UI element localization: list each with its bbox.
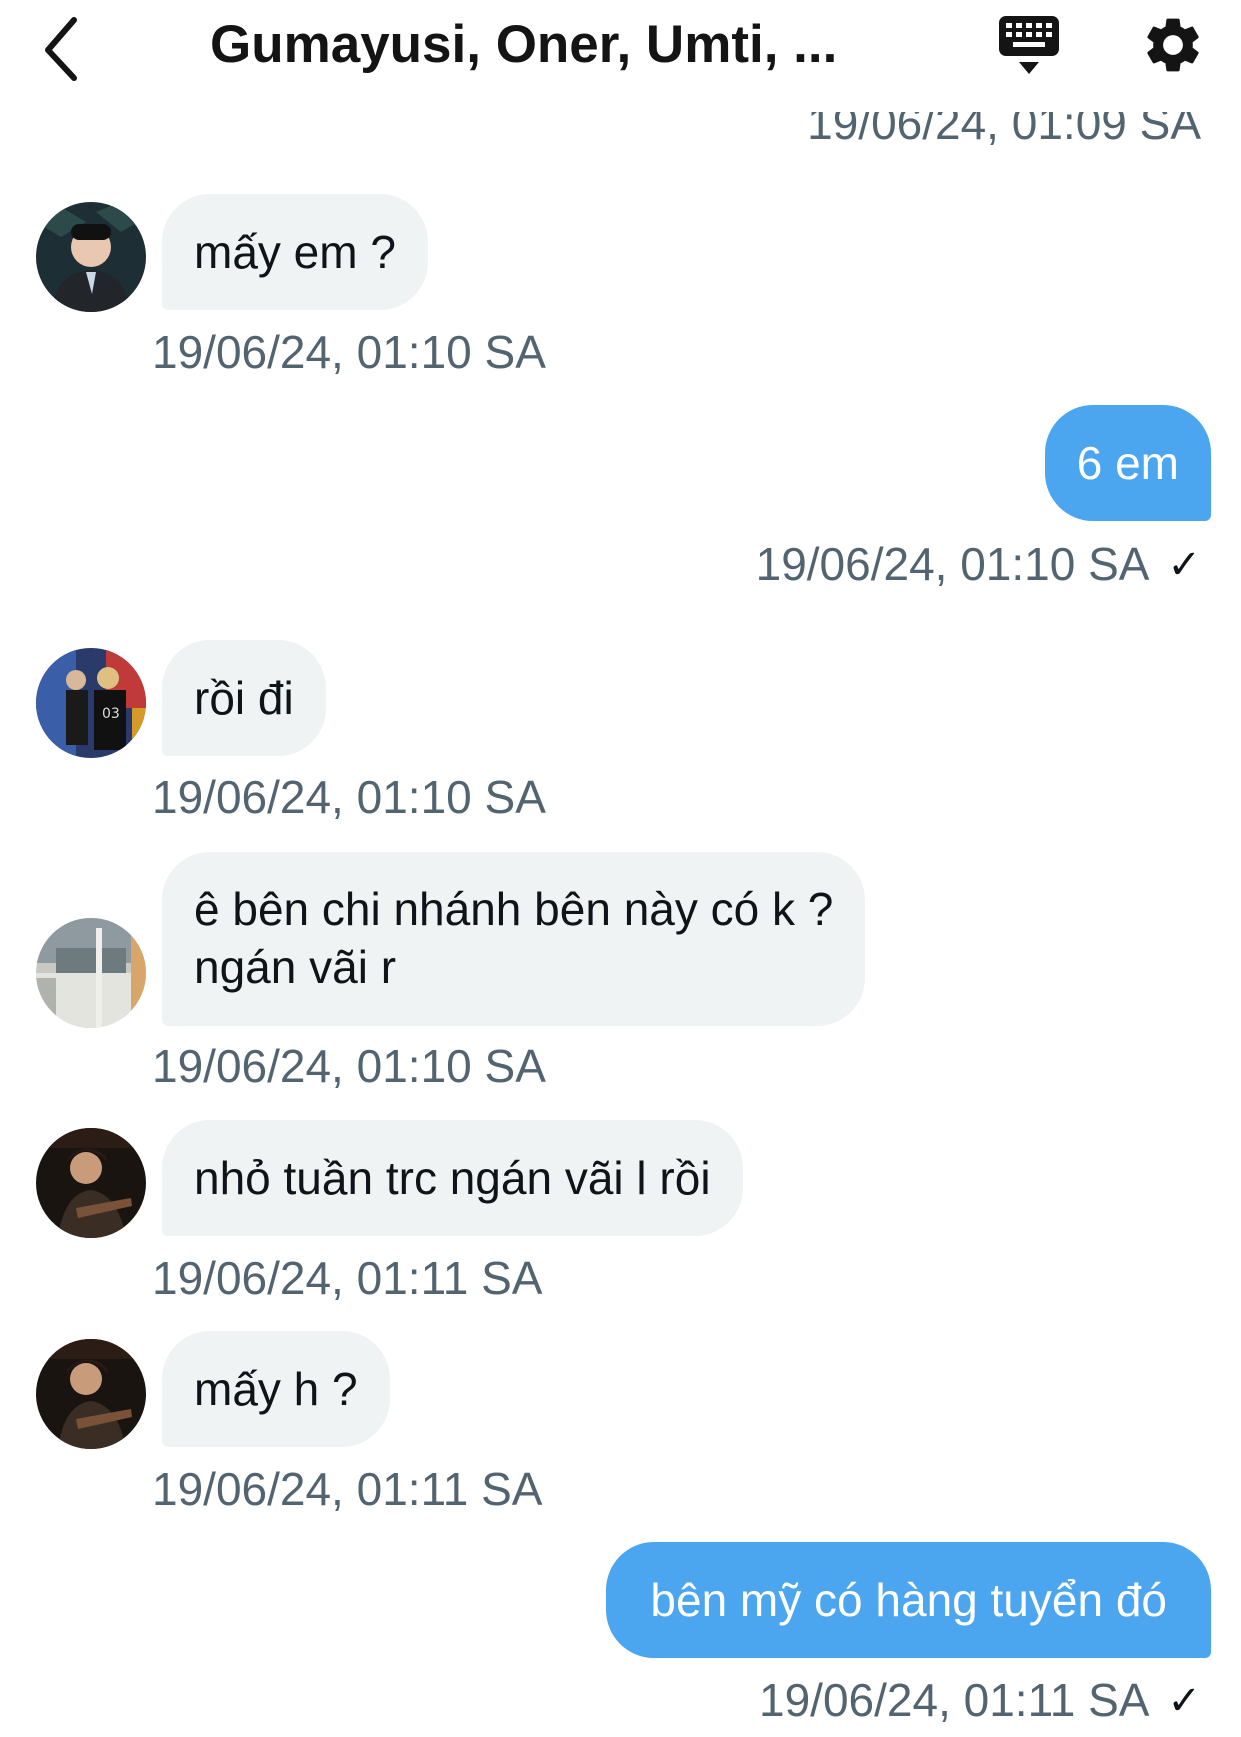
- message-text: 6 em: [1076, 437, 1179, 489]
- message-text: mấy em ?: [194, 226, 396, 278]
- svg-text:03: 03: [102, 706, 120, 722]
- message-text-line: ê bên chi nhánh bên này có k ?: [194, 883, 834, 935]
- avatar[interactable]: 03: [36, 648, 146, 758]
- back-button[interactable]: [38, 12, 98, 82]
- message-bubble[interactable]: rồi đi: [162, 640, 326, 756]
- message-bubble[interactable]: nhỏ tuần trc ngán vãi l rồi: [162, 1120, 743, 1236]
- user-avatar-image: [36, 202, 146, 312]
- user-avatar-image: [36, 1128, 146, 1238]
- timestamp-text: 19/06/24, 01:11 SA: [759, 1674, 1150, 1726]
- avatar[interactable]: [36, 918, 146, 1028]
- settings-button[interactable]: [1140, 12, 1206, 78]
- message-text: mấy h ?: [194, 1363, 358, 1415]
- user-avatar-image: 03: [36, 648, 146, 758]
- sent-check-icon: ✓: [1167, 1679, 1201, 1723]
- sent-check-icon: ✓: [1167, 543, 1201, 587]
- message-timestamp: 19/06/24, 01:10 SA: [152, 326, 546, 378]
- chat-header: Gumayusi, Oner, Umti, ...: [0, 0, 1241, 110]
- user-avatar-image: [36, 918, 146, 1028]
- message-timestamp: 19/06/24, 01:11 SA: [152, 1463, 543, 1515]
- message-text-line: ngán vãi r: [194, 941, 397, 993]
- message-text: rồi đi: [194, 672, 294, 724]
- message-text: nhỏ tuần trc ngán vãi l rồi: [194, 1152, 711, 1204]
- message-bubble[interactable]: 6 em: [1044, 405, 1211, 521]
- message-text: bên mỹ có hàng tuyển đó: [650, 1574, 1167, 1626]
- message-bubble[interactable]: mấy h ?: [162, 1331, 390, 1447]
- message-bubble[interactable]: ê bên chi nhánh bên này có k ? ngán vãi …: [162, 852, 866, 1026]
- avatar[interactable]: [36, 202, 146, 312]
- message-bubble[interactable]: mấy em ?: [162, 194, 428, 310]
- gear-icon: [1147, 18, 1199, 72]
- avatar[interactable]: [36, 1339, 146, 1449]
- keyboard-icon: [999, 16, 1059, 74]
- keyboard-button[interactable]: [995, 14, 1065, 80]
- message-timestamp: 19/06/24, 01:11 SA: [152, 1252, 543, 1304]
- message-timestamp: 19/06/24, 01:11 SA ✓: [759, 1672, 1201, 1729]
- chevron-left-icon: [45, 17, 77, 81]
- message-timestamp: 19/06/24, 01:10 SA ✓: [756, 536, 1201, 593]
- message-timestamp: 19/06/24, 01:10 SA: [152, 771, 546, 823]
- timestamp-text: 19/06/24, 01:10 SA: [755, 538, 1150, 590]
- avatar[interactable]: [36, 1128, 146, 1238]
- user-avatar-image: [36, 1339, 146, 1449]
- message-bubble[interactable]: bên mỹ có hàng tuyển đó: [606, 1542, 1211, 1658]
- conversation-title[interactable]: Gumayusi, Oner, Umti, ...: [210, 10, 910, 80]
- message-timestamp: 19/06/24, 01:10 SA: [152, 1040, 546, 1092]
